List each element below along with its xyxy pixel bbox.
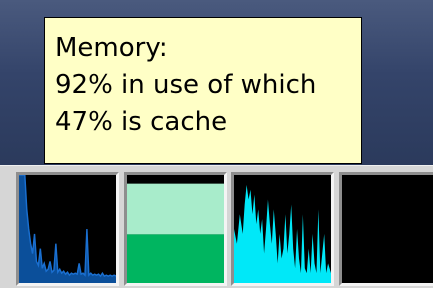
cpu-graph-icon <box>19 175 116 283</box>
load-graph-icon <box>342 175 433 283</box>
memory-graph-icon <box>127 175 224 283</box>
network-graph-icon <box>234 184 331 283</box>
system-load-graph[interactable] <box>339 172 433 286</box>
memory-tooltip: Memory: 92% in use of which 47% is cache <box>44 17 362 164</box>
memory-free-region <box>127 175 224 184</box>
memory-load-graph[interactable] <box>124 172 227 286</box>
tooltip-cache-line: 47% is cache <box>55 107 228 137</box>
memory-used-region <box>127 234 224 283</box>
network-graph-area <box>234 184 331 283</box>
cpu-load-graph[interactable] <box>16 172 119 286</box>
memory-cache-region <box>127 183 224 235</box>
tooltip-usage-line: 92% in use of which <box>55 70 317 100</box>
cpu-graph-area <box>19 175 116 283</box>
network-load-graph[interactable] <box>231 172 334 286</box>
tooltip-title: Memory: <box>55 33 168 63</box>
